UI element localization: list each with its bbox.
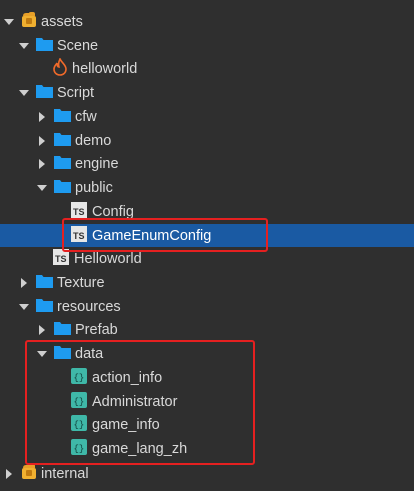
tree-item-label: Script: [57, 84, 95, 101]
tree-item-game-lang-zh[interactable]: {} game_lang_zh: [0, 437, 414, 460]
tree-item-helloworld-script[interactable]: TS Helloworld: [0, 247, 414, 270]
folder-icon: [54, 321, 71, 339]
tree-item-label: public: [75, 179, 113, 196]
chevron-down-icon[interactable]: [18, 301, 30, 313]
tree-item-label: GameEnumConfig: [92, 227, 212, 244]
chevron-right-icon[interactable]: [3, 468, 15, 480]
tree-item-prefab[interactable]: Prefab: [0, 318, 414, 341]
folder-icon: [54, 108, 71, 126]
tree-item-helloworld-scene[interactable]: helloworld: [0, 56, 414, 80]
folder-icon: [54, 345, 71, 363]
chevron-down-icon[interactable]: [18, 87, 30, 99]
json-file-icon: {}: [70, 367, 88, 389]
chevron-right-icon[interactable]: [36, 158, 48, 170]
folder-icon: [36, 84, 53, 102]
tree-item-action-info[interactable]: {} action_info: [0, 366, 414, 389]
tree-item-internal[interactable]: internal: [0, 462, 414, 485]
tree-item-label: internal: [41, 465, 89, 482]
tree-item-label: action_info: [92, 369, 163, 386]
tree-item-label: Config: [92, 203, 134, 220]
chevron-right-icon[interactable]: [36, 135, 48, 147]
chevron-down-icon[interactable]: [3, 16, 15, 28]
folder-icon: [36, 298, 53, 316]
tree-item-label: data: [75, 345, 104, 362]
svg-text:TS: TS: [55, 254, 67, 264]
tree-item-engine[interactable]: engine: [0, 152, 414, 175]
tree-item-label: Prefab: [75, 321, 118, 338]
tree-item-administrator[interactable]: {} Administrator: [0, 390, 414, 413]
tree-item-gameenumconfig[interactable]: TS GameEnumConfig: [0, 224, 414, 247]
tree-item-label: resources: [57, 298, 121, 315]
tree-item-label: Scene: [57, 37, 99, 54]
folder-icon: [54, 155, 71, 173]
folder-icon: [54, 132, 71, 150]
tree-item-assets[interactable]: assets: [0, 10, 414, 33]
asset-tree: assets Scene helloworld Script cfw demo …: [0, 0, 414, 491]
svg-text:TS: TS: [73, 231, 85, 241]
chevron-right-icon[interactable]: [18, 277, 30, 289]
json-file-icon: {}: [70, 391, 88, 413]
tree-item-texture[interactable]: Texture: [0, 271, 414, 294]
folder-icon: [36, 274, 53, 292]
tree-item-demo[interactable]: demo: [0, 129, 414, 152]
chevron-right-icon[interactable]: [36, 111, 48, 123]
chevron-right-icon[interactable]: [36, 324, 48, 336]
svg-text:{}: {}: [74, 373, 85, 383]
typescript-file-icon: TS: [70, 225, 88, 247]
svg-text:{}: {}: [74, 420, 85, 430]
db-folder-icon: [21, 463, 37, 485]
chevron-down-icon[interactable]: [18, 40, 30, 52]
json-file-icon: {}: [70, 414, 88, 436]
folder-icon: [36, 37, 53, 55]
chevron-down-icon[interactable]: [36, 182, 48, 194]
tree-item-config[interactable]: TS Config: [0, 200, 414, 223]
chevron-down-icon[interactable]: [36, 348, 48, 360]
tree-item-label: assets: [41, 13, 83, 30]
svg-text:TS: TS: [73, 207, 85, 217]
tree-item-label: Administrator: [92, 393, 178, 410]
tree-item-label: engine: [75, 155, 119, 172]
tree-item-cfw[interactable]: cfw: [0, 105, 414, 128]
svg-text:{}: {}: [74, 444, 85, 454]
tree-item-label: demo: [75, 132, 112, 149]
tree-item-label: Texture: [57, 274, 105, 291]
typescript-file-icon: TS: [52, 248, 70, 270]
folder-icon: [54, 179, 71, 197]
tree-item-label: game_lang_zh: [92, 440, 188, 457]
tree-item-script[interactable]: Script: [0, 81, 414, 104]
tree-item-resources[interactable]: resources: [0, 295, 414, 318]
tree-item-label: cfw: [75, 108, 97, 125]
svg-text:{}: {}: [74, 397, 85, 407]
tree-item-label: helloworld: [72, 60, 138, 77]
fire-scene-icon: [52, 56, 68, 80]
tree-item-data[interactable]: data: [0, 342, 414, 365]
tree-item-public[interactable]: public: [0, 176, 414, 199]
db-folder-icon: [21, 11, 37, 33]
typescript-file-icon: TS: [70, 201, 88, 223]
tree-item-label: game_info: [92, 416, 160, 433]
tree-item-scene[interactable]: Scene: [0, 34, 414, 57]
tree-item-game-info[interactable]: {} game_info: [0, 413, 414, 436]
tree-item-label: Helloworld: [74, 250, 142, 267]
json-file-icon: {}: [70, 438, 88, 460]
